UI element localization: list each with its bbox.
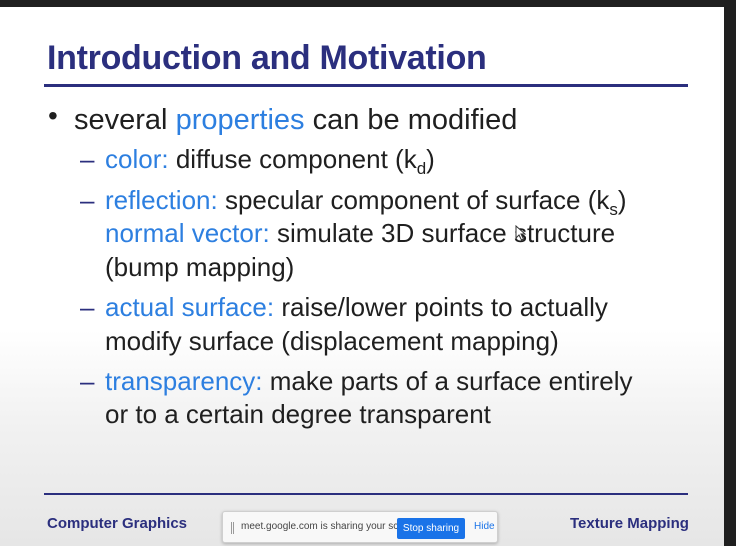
item-text: diffuse component (k: [175, 144, 417, 174]
bullet-prefix: several: [74, 104, 168, 136]
share-message: meet.google.com is sharing your screen.: [241, 521, 422, 532]
stop-sharing-button[interactable]: Stop sharing: [397, 518, 465, 539]
dash-icon: –: [80, 366, 95, 396]
footer-course-name: Computer Graphics: [47, 515, 188, 532]
mouse-cursor-icon: [515, 225, 527, 241]
item-text: raise/lower points to actually: [281, 292, 608, 322]
item-keyword: reflection:: [105, 185, 218, 215]
dash-icon: –: [80, 292, 95, 322]
screen-share-bar[interactable]: meet.google.com is sharing your screen. …: [222, 511, 498, 543]
hide-button[interactable]: Hide: [474, 521, 495, 532]
item-text: simulate 3D surface structure: [276, 218, 616, 248]
item-subscript: d: [416, 159, 427, 178]
item-keyword: transparency:: [105, 366, 263, 396]
footer-topic-name: Texture Mapping: [570, 515, 689, 532]
item-tail: ): [617, 185, 627, 215]
main-bullet: several properties can be modified: [74, 103, 517, 137]
item-color: color: diffuse component (kd): [105, 143, 435, 185]
drag-grip-icon[interactable]: [231, 522, 235, 534]
item-keyword: normal vector:: [105, 218, 270, 248]
window-right-border: [724, 0, 736, 546]
slide-title: Introduction and Motivation: [47, 39, 487, 77]
item-continuation: modify surface (displacement mapping): [105, 326, 559, 356]
bullet-dot-icon: •: [48, 100, 58, 131]
item-text: specular component of surface (k: [224, 185, 610, 215]
dash-icon: –: [80, 144, 95, 174]
presentation-slide: Introduction and Motivation • several pr…: [0, 7, 724, 546]
item-normal-vector: normal vector: simulate 3D surface struc…: [105, 217, 615, 249]
item-tail: ): [426, 144, 435, 174]
item-continuation: or to a certain degree transparent: [105, 399, 491, 429]
title-divider: [44, 84, 688, 87]
window-top-border: [0, 0, 736, 7]
dash-icon: –: [80, 185, 95, 215]
item-continuation: (bump mapping): [105, 252, 295, 282]
item-keyword: actual surface:: [105, 292, 275, 322]
item-actual-surface: actual surface: raise/lower points to ac…: [105, 291, 608, 323]
footer-divider: [44, 493, 688, 495]
bullet-highlight: properties: [175, 104, 305, 136]
item-transparency: transparency: make parts of a surface en…: [105, 365, 632, 397]
bullet-suffix: can be modified: [312, 104, 518, 136]
item-text: make parts of a surface entirely: [269, 366, 633, 396]
item-keyword: color:: [105, 144, 169, 174]
